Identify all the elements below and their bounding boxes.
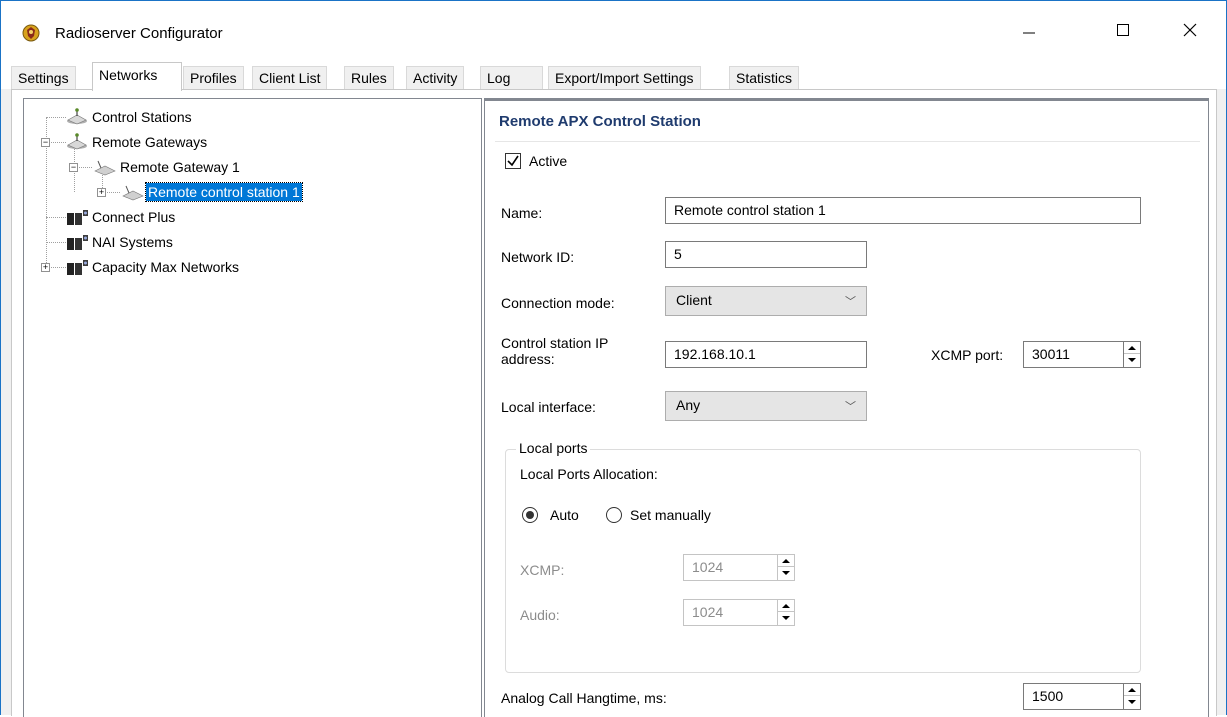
audio-value: 1024 xyxy=(692,604,724,620)
local-ports-allocation-label: Local Ports Allocation: xyxy=(520,466,658,482)
network-id-input[interactable]: 5 xyxy=(665,241,867,268)
tree-label-remote-gateways: Remote Gateways xyxy=(92,134,208,150)
tree-collapse-remote-gateways[interactable]: − xyxy=(41,138,50,147)
tree-label-remote-control-station-1: Remote control station 1 xyxy=(145,182,303,202)
network-id-label: Network ID: xyxy=(501,249,575,265)
tree-node-remote-gateway-1[interactable]: Remote Gateway 1 xyxy=(92,157,242,177)
tab-strip: Settings Networks Profiles Client List R… xyxy=(1,59,1226,91)
minimize-button[interactable] xyxy=(1001,1,1057,59)
xcmp-port-spinner[interactable]: 30011 xyxy=(1023,341,1141,368)
spin-down-icon xyxy=(778,567,794,579)
connection-mode-select[interactable]: Client ﹀ xyxy=(665,286,867,316)
gateway-icon xyxy=(94,160,116,176)
remote-gateways-icon xyxy=(67,133,87,150)
spin-up-icon xyxy=(778,600,794,612)
tree-node-remote-gateways[interactable]: Remote Gateways xyxy=(64,132,209,152)
tree-node-capacity-max-networks[interactable]: Capacity Max Networks xyxy=(64,257,241,277)
connection-mode-value: Client xyxy=(676,292,712,308)
chevron-down-icon: ﹀ xyxy=(845,401,856,413)
name-label: Name: xyxy=(501,205,543,221)
app-window: Radioserver Configurator Settings Networ… xyxy=(0,0,1227,717)
spin-up-icon xyxy=(778,555,794,567)
close-button[interactable] xyxy=(1162,1,1218,59)
local-interface-label: Local interface: xyxy=(501,399,596,415)
set-manually-radio[interactable] xyxy=(606,507,622,523)
control-station-ip-label-line2: address: xyxy=(501,351,555,367)
tree-label-nai-systems: NAI Systems xyxy=(92,234,173,250)
xcmp-value: 1024 xyxy=(692,559,724,575)
tree-node-connect-plus[interactable]: Connect Plus xyxy=(64,207,177,227)
local-interface-select[interactable]: Any ﹀ xyxy=(665,391,867,421)
tree-node-nai-systems[interactable]: NAI Systems xyxy=(64,232,175,252)
control-station-ip-input[interactable]: 192.168.10.1 xyxy=(665,341,867,368)
tab-rules[interactable]: Rules xyxy=(344,66,394,90)
checkmark-icon xyxy=(507,155,519,167)
spin-down-icon xyxy=(778,612,794,624)
name-input[interactable]: Remote control station 1 xyxy=(665,197,1141,224)
network-system-icon xyxy=(67,235,88,250)
tree-node-control-stations[interactable]: Control Stations xyxy=(64,107,194,127)
hangtime-label: Analog Call Hangtime, ms: xyxy=(501,690,667,706)
xcmp-spinner: 1024 xyxy=(683,554,795,581)
tree-label-remote-gateway-1: Remote Gateway 1 xyxy=(120,159,240,175)
spin-down-icon[interactable] xyxy=(1124,696,1140,708)
window-title: Radioserver Configurator xyxy=(55,25,223,42)
hangtime-value: 1500 xyxy=(1032,688,1064,704)
network-system-icon xyxy=(67,210,88,225)
control-station-icon xyxy=(67,108,87,125)
tree-expand-remote-control-station-1[interactable]: + xyxy=(97,188,106,197)
tree-label-connect-plus: Connect Plus xyxy=(92,209,176,225)
tree-node-remote-control-station-1[interactable]: Remote control station 1 xyxy=(120,182,303,202)
tree-label-capacity-max-networks: Capacity Max Networks xyxy=(92,259,240,275)
tree-expand-capacity-max[interactable]: + xyxy=(41,263,50,272)
chevron-down-icon: ﹀ xyxy=(845,296,856,308)
gateway-icon xyxy=(122,185,144,201)
header-divider xyxy=(495,141,1200,142)
spin-down-icon[interactable] xyxy=(1124,354,1140,366)
detail-panel: Remote APX Control Station Active Name: … xyxy=(484,98,1209,717)
tab-statistics[interactable]: Statistics xyxy=(729,66,800,90)
tab-networks[interactable]: Networks xyxy=(92,62,182,91)
auto-radio[interactable] xyxy=(522,507,538,523)
close-icon xyxy=(1183,23,1197,37)
connection-mode-label: Connection mode: xyxy=(501,295,615,311)
local-interface-value: Any xyxy=(676,397,701,413)
active-label: Active xyxy=(529,153,568,169)
xcmp-label: XCMP: xyxy=(520,562,565,578)
xcmp-port-value: 30011 xyxy=(1032,346,1070,362)
active-checkbox[interactable] xyxy=(505,153,521,169)
title-bar[interactable]: Radioserver Configurator xyxy=(1,1,1226,59)
spin-up-icon[interactable] xyxy=(1124,684,1140,696)
tab-content: Control Stations − Remote Gateways − Rem… xyxy=(11,89,1217,717)
audio-label: Audio: xyxy=(520,607,560,623)
set-manually-radio-label: Set manually xyxy=(630,507,711,523)
tab-settings[interactable]: Settings xyxy=(11,66,76,90)
spin-up-icon[interactable] xyxy=(1124,342,1140,354)
tab-activity[interactable]: Activity xyxy=(406,66,465,90)
tab-profiles[interactable]: Profiles xyxy=(183,66,244,90)
local-ports-group-title: Local ports xyxy=(516,440,591,456)
auto-radio-label: Auto xyxy=(550,507,579,523)
control-station-ip-label: Control station IP address: xyxy=(501,335,608,367)
tab-client-list[interactable]: Client List xyxy=(252,66,328,90)
network-system-icon xyxy=(67,260,88,275)
xcmp-port-label: XCMP port: xyxy=(931,347,1004,363)
local-ports-group: Local ports Local Ports Allocation: Auto… xyxy=(505,440,1141,673)
app-logo-icon xyxy=(22,24,40,42)
maximize-button[interactable] xyxy=(1095,1,1151,59)
tree-collapse-remote-gateway-1[interactable]: − xyxy=(69,163,78,172)
network-tree[interactable]: Control Stations − Remote Gateways − Rem… xyxy=(23,98,482,717)
minimize-icon xyxy=(1023,32,1035,34)
control-station-ip-label-line1: Control station IP xyxy=(501,335,609,351)
audio-spinner: 1024 xyxy=(683,599,795,626)
maximize-icon xyxy=(1117,24,1129,36)
tree-label-control-stations: Control Stations xyxy=(92,109,192,125)
tab-export-import-settings[interactable]: Export/Import Settings xyxy=(548,66,701,90)
tab-log[interactable]: Log xyxy=(480,66,543,90)
hangtime-spinner[interactable]: 1500 xyxy=(1023,683,1141,710)
panel-title: Remote APX Control Station xyxy=(499,113,701,130)
